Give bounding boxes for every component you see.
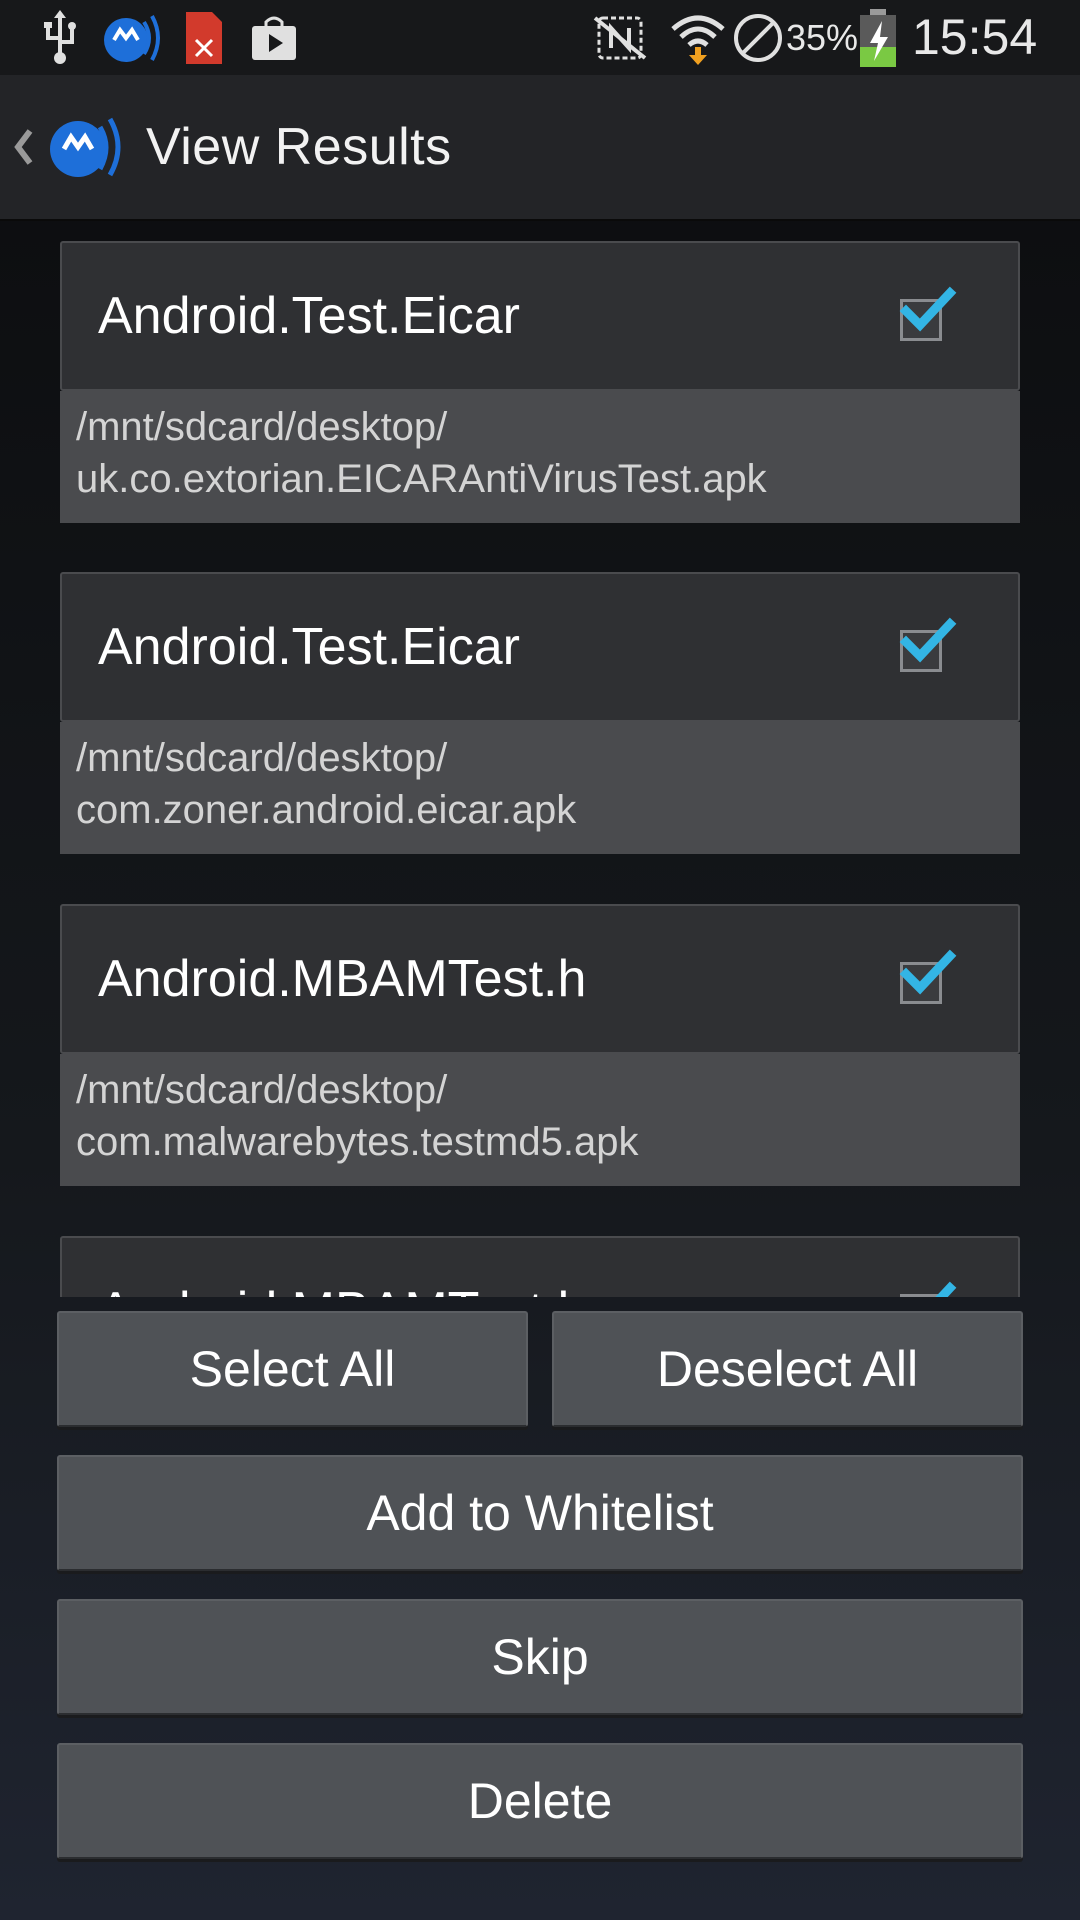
deselect-all-button[interactable]: Deselect All (552, 1311, 1023, 1427)
threat-name: Android.MBAMTest.h (98, 950, 587, 1008)
path-filename: uk.co.extorian.EICARAntiVirusTest.apk (76, 457, 767, 501)
status-time: 15:54 (912, 9, 1038, 65)
select-all-button[interactable]: Select All (57, 1311, 528, 1427)
result-path: /mnt/sdcard/desktop/ uk.co.extorian.EICA… (60, 391, 1020, 523)
result-header[interactable]: Android.MBAMTest.h (60, 1236, 1020, 1297)
threat-name: Android.Test.Eicar (98, 287, 520, 345)
result-header[interactable]: Android.Test.Eicar (60, 241, 1020, 391)
check-mark-icon (898, 612, 958, 670)
result-path: /mnt/sdcard/desktop/ com.malwarebytes.te… (60, 1054, 1020, 1186)
threat-name: Android.MBAMTest.h (98, 1238, 586, 1297)
action-bar: View Results (0, 75, 1080, 219)
battery-charging-icon (858, 8, 898, 68)
results-list[interactable]: Android.Test.Eicar /mnt/sdcard/desktop/ … (0, 219, 1080, 1297)
result-path: /mnt/sdcard/desktop/ com.zoner.android.e… (60, 722, 1020, 854)
usb-icon (38, 8, 82, 68)
battery-percent: 35% (786, 17, 859, 58)
result-header[interactable]: Android.MBAMTest.h (60, 904, 1020, 1054)
add-to-whitelist-button[interactable]: Add to Whitelist (57, 1455, 1023, 1571)
blocked-icon (730, 8, 786, 68)
path-directory: /mnt/sdcard/desktop/ (76, 1068, 448, 1112)
threat-name: Android.Test.Eicar (98, 618, 520, 676)
path-directory: /mnt/sdcard/desktop/ (76, 736, 448, 780)
check-mark-icon (898, 1276, 958, 1297)
check-mark-icon (898, 944, 958, 1002)
malwarebytes-logo[interactable] (48, 113, 122, 181)
skip-button[interactable]: Skip (57, 1599, 1023, 1715)
page-title: View Results (146, 118, 452, 176)
check-mark-icon (898, 281, 958, 339)
wifi-icon (668, 8, 728, 68)
path-directory: /mnt/sdcard/desktop/ (76, 405, 448, 449)
path-filename: com.malwarebytes.testmd5.apk (76, 1120, 639, 1164)
malwarebytes-icon (100, 8, 164, 68)
result-header[interactable]: Android.Test.Eicar (60, 572, 1020, 722)
status-bar: 35% 15:54 (0, 0, 1080, 75)
no-nfc-icon (590, 8, 650, 68)
delete-button[interactable]: Delete (57, 1743, 1023, 1859)
back-chevron-icon[interactable] (8, 117, 38, 177)
path-filename: com.zoner.android.eicar.apk (76, 788, 577, 832)
play-store-icon (248, 8, 300, 68)
file-error-icon (184, 8, 224, 68)
